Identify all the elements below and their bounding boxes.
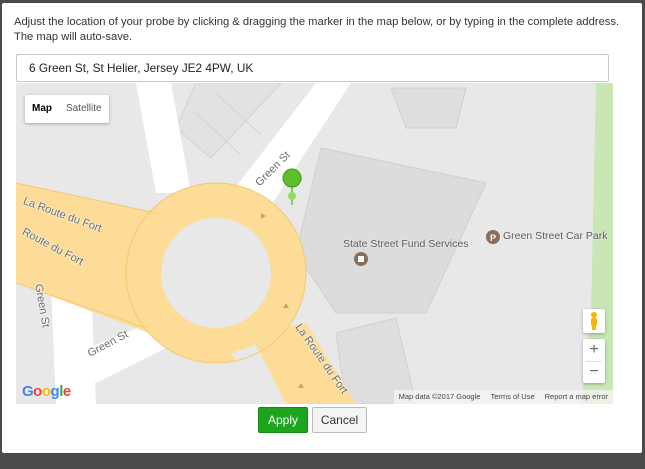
google-logo: Google <box>22 383 71 400</box>
map-data-attribution: Map data ©2017 Google <box>398 392 481 401</box>
map-view[interactable]: P La Route du Fort Route du Fort Green S… <box>16 83 613 404</box>
map-footer: Map data ©2017 Google Terms of Use Repor… <box>393 390 613 404</box>
map-type-satellite-button[interactable]: Satellite <box>59 95 109 123</box>
street-view-pegman-icon[interactable] <box>583 309 605 333</box>
zoom-in-button[interactable]: + <box>583 339 605 361</box>
poi-car-park-label[interactable]: Green Street Car Park <box>503 230 607 242</box>
instructions-text: Adjust the location of your probe by cli… <box>14 16 620 43</box>
svg-text:P: P <box>490 233 496 243</box>
poi-state-street-label[interactable]: State Street Fund Services <box>343 238 468 250</box>
address-input[interactable] <box>16 54 609 82</box>
map-type-map-button[interactable]: Map <box>25 95 59 123</box>
terms-of-use-link[interactable]: Terms of Use <box>485 390 539 404</box>
map-type-control: Map Satellite <box>25 95 109 123</box>
zoom-control: + − <box>583 339 605 383</box>
cancel-button[interactable]: Cancel <box>312 407 367 433</box>
report-map-error-link[interactable]: Report a map error <box>540 390 613 404</box>
apply-button[interactable]: Apply <box>258 407 308 433</box>
probe-location-dialog: Adjust the location of your probe by cli… <box>2 3 642 453</box>
zoom-out-button[interactable]: − <box>583 361 605 383</box>
roundabout-center <box>161 218 271 328</box>
